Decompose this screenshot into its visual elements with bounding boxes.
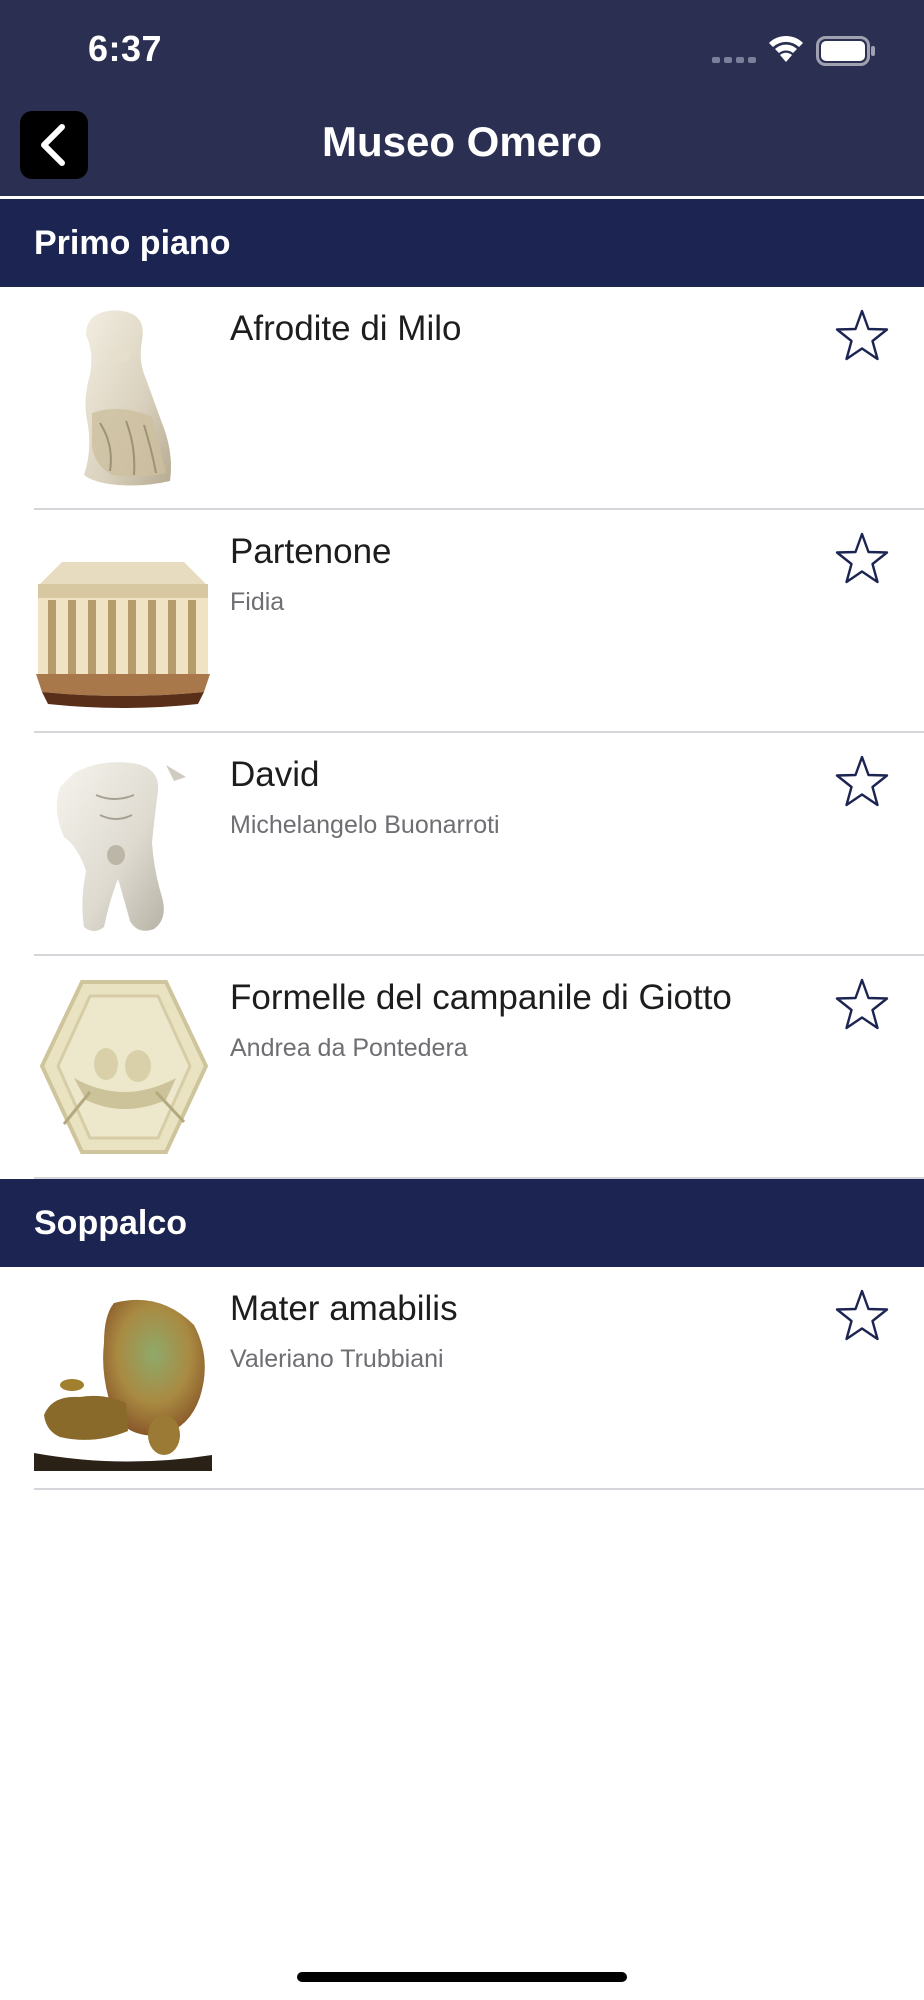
artwork-author: Valeriano Trubbiani xyxy=(230,1345,444,1373)
david-statue-image xyxy=(56,762,186,931)
venus-statue-image xyxy=(84,310,171,486)
artwork-author: Fidia xyxy=(230,588,285,616)
artwork-title: Mater amabilis xyxy=(230,1289,458,1328)
list-item-david[interactable]: David Michelangelo Buonarroti xyxy=(0,733,924,956)
section-header-soppalco: Soppalco xyxy=(0,1179,924,1267)
parthenon-model-image xyxy=(36,562,210,708)
artwork-title: David xyxy=(230,755,320,794)
section-header-primo-piano: Primo piano xyxy=(0,199,924,287)
row-divider xyxy=(34,1488,924,1490)
favorite-star-icon[interactable] xyxy=(832,1287,892,1347)
favorite-star-icon[interactable] xyxy=(832,753,892,813)
list-item-mater-amabilis[interactable]: Mater amabilis Valeriano Trubbiani xyxy=(0,1267,924,1490)
list-item-formelle-del-campanile[interactable]: Formelle del campanile di Giotto Andrea … xyxy=(0,956,924,1179)
artwork-list: Primo piano Afrodite di Milo Partenone F… xyxy=(0,199,924,1490)
list-item-partenone[interactable]: Partenone Fidia xyxy=(0,510,924,733)
battery-icon xyxy=(816,36,875,66)
artwork-title: Formelle del campanile di Giotto xyxy=(230,978,732,1017)
status-time: 6:37 xyxy=(88,28,163,69)
favorite-star-icon[interactable] xyxy=(832,530,892,590)
bronze-sculpture-image xyxy=(34,1299,212,1471)
wifi-icon xyxy=(769,35,803,62)
artwork-title: Afrodite di Milo xyxy=(230,309,462,348)
artwork-author: Michelangelo Buonarroti xyxy=(230,811,500,839)
favorite-star-icon[interactable] xyxy=(832,976,892,1036)
status-bar: 6:37 xyxy=(0,0,924,100)
artwork-author: Andrea da Pontedera xyxy=(230,1034,468,1062)
list-item-afrodite-di-milo[interactable]: Afrodite di Milo xyxy=(0,287,924,510)
hexagonal-relief-image xyxy=(39,980,209,1154)
page-title: Museo Omero xyxy=(321,118,603,165)
navigation-bar: Museo Omero xyxy=(0,100,924,199)
row-divider xyxy=(34,1177,924,1179)
artwork-title: Partenone xyxy=(230,532,392,571)
cellular-signal-icon xyxy=(712,57,756,63)
home-indicator[interactable] xyxy=(297,1972,627,1982)
favorite-star-icon[interactable] xyxy=(832,307,892,367)
